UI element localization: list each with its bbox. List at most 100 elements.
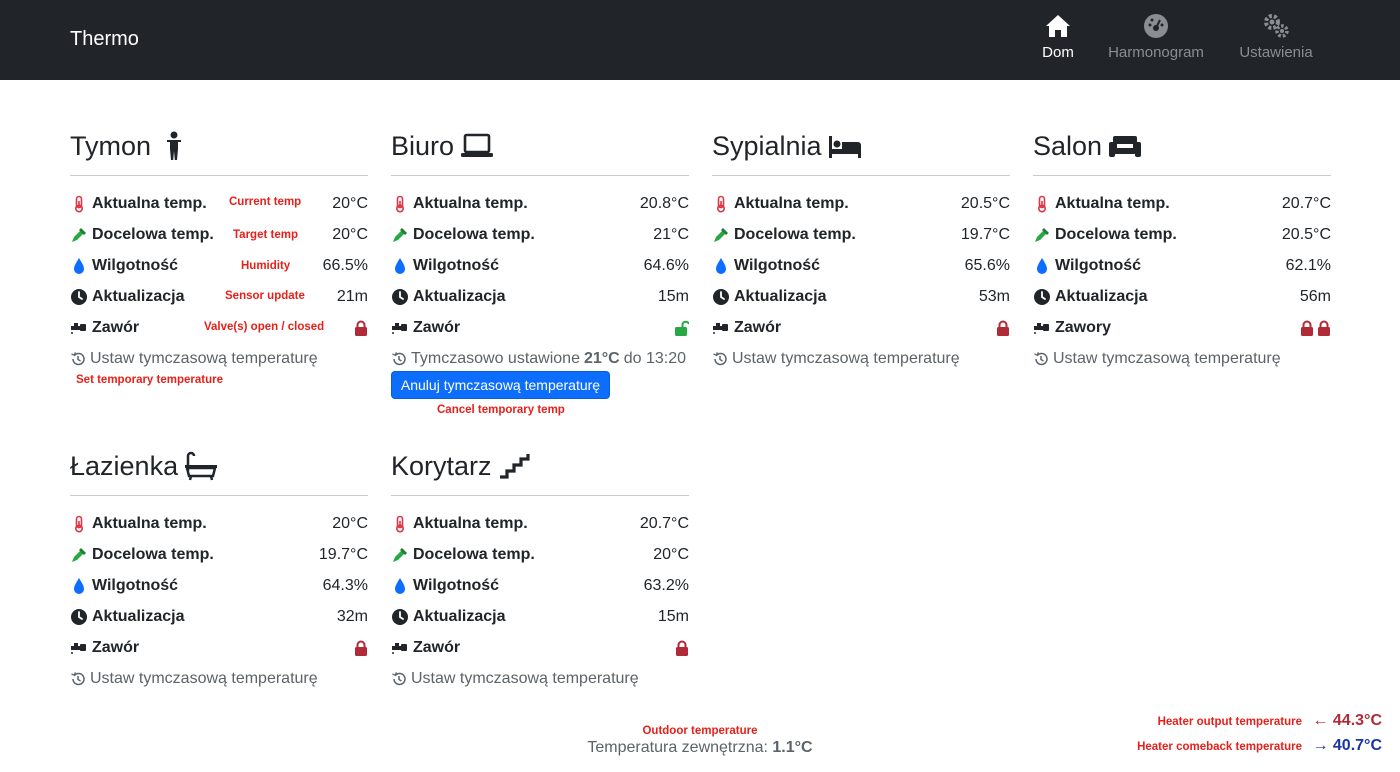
- room-card-tymon: Tymon Aktualna temp. 20°C Docelowa temp. 20°…: [70, 124, 368, 374]
- row-label: Zawór: [92, 638, 140, 656]
- clock-icon: [1033, 288, 1051, 306]
- row-label: Zawór: [734, 318, 782, 336]
- row-label: Wilgotność: [413, 576, 500, 594]
- set-temporary-temp-link[interactable]: Ustaw tymczasową temperaturę: [70, 663, 368, 694]
- row-valve: Zawory: [1033, 312, 1331, 343]
- droplet-icon: [70, 577, 88, 595]
- row-label: Wilgotność: [92, 256, 179, 274]
- valve-status: [1300, 320, 1331, 336]
- eyedropper-icon: [391, 546, 409, 564]
- faucet-icon: [1033, 319, 1051, 337]
- annotation-heater-comeback: Heater comeback temperature: [1137, 741, 1302, 753]
- set-temporary-temp-link[interactable]: Ustaw tymczasową temperaturę: [70, 343, 368, 374]
- set-temporary-temp-link[interactable]: Ustaw tymczasową temperaturę: [391, 663, 689, 694]
- row-target: Docelowa temp. 20.5°C: [1033, 219, 1331, 250]
- row-value: 64.6%: [643, 256, 689, 274]
- row-value: 32m: [336, 607, 368, 625]
- row-value: 15m: [657, 607, 689, 625]
- divider: [391, 175, 689, 176]
- row-target: Docelowa temp. 20°C: [70, 219, 368, 250]
- temp-set-prefix: Tymczasowo ustawione: [411, 349, 580, 367]
- row-label: Docelowa temp.: [92, 225, 214, 243]
- clock-icon: [391, 608, 409, 626]
- bath-icon: [184, 451, 218, 481]
- room-title: Tymon: [70, 124, 368, 168]
- row-current: Aktualna temp. 20°C: [70, 508, 368, 539]
- nav-item-harmonogram[interactable]: Harmonogram: [1104, 12, 1208, 61]
- room-card-sypialnia: Sypialnia Aktualna temp. 20.5°C Docelowa te…: [712, 124, 1010, 374]
- row-humidity: Wilgotność 66.5%: [70, 250, 368, 281]
- row-value: 56m: [1299, 287, 1331, 305]
- faucet-icon: [391, 639, 409, 657]
- nav-item-dom[interactable]: Dom: [1036, 12, 1080, 61]
- row-label: Aktualizacja: [413, 287, 506, 305]
- row-value: 21°C: [653, 225, 689, 243]
- row-value: 64.3%: [322, 576, 368, 594]
- annotation-humidity: Humidity: [241, 260, 291, 272]
- brand-title[interactable]: Thermo: [70, 28, 139, 51]
- row-target: Docelowa temp. 19.7°C: [712, 219, 1010, 250]
- nav-label: Harmonogram: [1108, 44, 1204, 61]
- row-target: Docelowa temp. 19.7°C: [70, 539, 368, 570]
- valve-status: [675, 640, 689, 656]
- room-name: Łazienka: [70, 450, 179, 481]
- annotation-valves: Valve(s) open / closed: [204, 321, 325, 333]
- gauge-icon: [1142, 12, 1170, 40]
- clock-icon: [712, 288, 730, 306]
- room-name: Tymon: [70, 130, 152, 161]
- thermometer-icon: [391, 515, 409, 533]
- row-value: 62.1%: [1285, 256, 1331, 274]
- nav-item-ustawienia[interactable]: Ustawienia: [1236, 12, 1316, 61]
- row-label: Aktualizacja: [1055, 287, 1148, 305]
- lock-icon: [1300, 320, 1314, 336]
- row-value: 20.5°C: [1281, 225, 1331, 243]
- row-target: Docelowa temp. 20°C: [391, 539, 689, 570]
- temp-set-until: do 13:20: [623, 349, 686, 367]
- faucet-icon: [70, 639, 88, 657]
- row-humidity: Wilgotność 64.3%: [70, 570, 368, 601]
- divider: [70, 495, 368, 496]
- droplet-icon: [391, 257, 409, 275]
- droplet-icon: [70, 257, 88, 275]
- history-icon: [70, 671, 86, 687]
- bed-icon: [828, 131, 862, 161]
- annotation-current-temp: Current temp: [229, 196, 302, 208]
- row-label: Aktualna temp.: [92, 514, 207, 532]
- valve-status: [675, 320, 689, 336]
- lock-icon: [354, 320, 368, 336]
- history-icon: [712, 351, 728, 367]
- eyedropper-icon: [712, 226, 730, 244]
- faucet-icon: [391, 319, 409, 337]
- row-valve: Zawór: [391, 632, 689, 663]
- set-temporary-temp-link[interactable]: Ustaw tymczasową temperaturę: [712, 343, 1010, 374]
- lock-icon: [354, 640, 368, 656]
- annotation-cancel-temp: Cancel temporary temp: [437, 404, 565, 416]
- outdoor-value: 1.1°C: [772, 739, 813, 756]
- row-label: Docelowa temp.: [413, 545, 535, 563]
- set-temp-label: Ustaw tymczasową temperaturę: [90, 669, 318, 687]
- set-temporary-temp-link[interactable]: Ustaw tymczasową temperaturę: [1033, 343, 1331, 374]
- room-name: Salon: [1033, 130, 1103, 161]
- divider: [1033, 175, 1331, 176]
- room-name: Sypialnia: [712, 130, 822, 161]
- row-label: Aktualizacja: [734, 287, 827, 305]
- clock-icon: [70, 608, 88, 626]
- row-target: Docelowa temp. 21°C: [391, 219, 689, 250]
- cancel-temporary-temp-button[interactable]: Anuluj tymczasową temperaturę: [391, 371, 610, 399]
- row-label: Wilgotność: [734, 256, 821, 274]
- faucet-icon: [712, 319, 730, 337]
- room-title: Sypialnia: [712, 124, 1010, 168]
- set-temp-label: Ustaw tymczasową temperaturę: [411, 669, 639, 687]
- eyedropper-icon: [70, 546, 88, 564]
- row-label: Docelowa temp.: [734, 225, 856, 243]
- thermometer-icon: [70, 515, 88, 533]
- row-update: Aktualizacja 32m: [70, 601, 368, 632]
- row-update: Aktualizacja 21m: [70, 281, 368, 312]
- clock-icon: [391, 288, 409, 306]
- row-current: Aktualna temp. 20.5°C: [712, 188, 1010, 219]
- laptop-icon: [460, 131, 494, 161]
- eyedropper-icon: [70, 226, 88, 244]
- row-value: 20.7°C: [639, 514, 689, 532]
- annotation-set-temp: Set temporary temperature: [76, 374, 223, 386]
- lock-icon: [1317, 320, 1331, 336]
